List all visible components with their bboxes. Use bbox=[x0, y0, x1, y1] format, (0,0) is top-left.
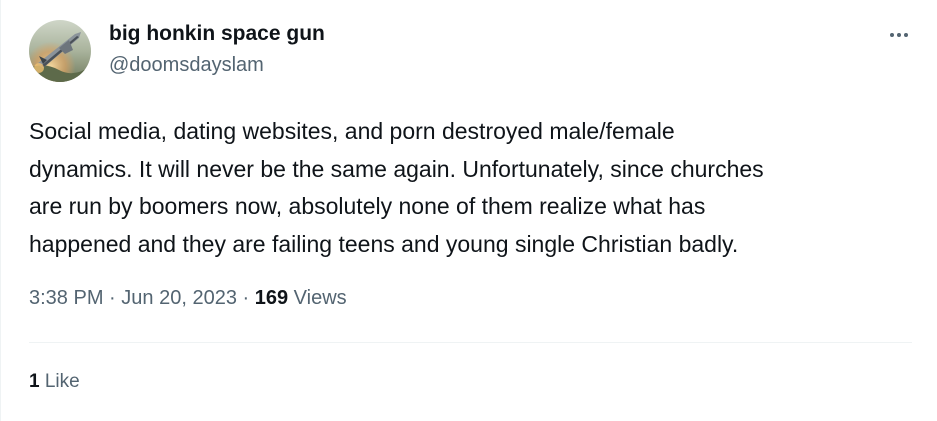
separator-dot: · bbox=[242, 287, 250, 309]
spaceship-avatar-icon bbox=[29, 20, 91, 82]
more-options-button[interactable] bbox=[879, 20, 919, 50]
more-horizontal-icon bbox=[890, 33, 908, 37]
likes-count: 1 bbox=[29, 371, 40, 392]
tweet-card: big honkin space gun @doomsdayslam Socia… bbox=[0, 0, 937, 421]
tweet-date[interactable]: Jun 20, 2023 bbox=[121, 287, 237, 309]
author-display-name[interactable]: big honkin space gun bbox=[109, 22, 325, 46]
views-count: 169 bbox=[254, 287, 289, 309]
tweet-text-line: happened and they are failing teens and … bbox=[29, 230, 739, 257]
divider bbox=[29, 342, 912, 343]
tweet-text: Social media, dating websites, and porn … bbox=[29, 113, 909, 263]
tweet-text-line: dynamics. It will never be the same agai… bbox=[29, 155, 764, 182]
tweet-time[interactable]: 3:38 PM bbox=[29, 287, 103, 309]
likes-link[interactable]: 1 Like bbox=[29, 371, 80, 393]
tweet-text-line: Social media, dating websites, and porn … bbox=[29, 118, 675, 144]
tweet-meta: 3:38 PM · Jun 20, 2023 · 169 Views bbox=[29, 287, 347, 310]
views-label: Views bbox=[293, 287, 347, 309]
tweet-text-line: are run by boomers now, absolutely none … bbox=[29, 193, 706, 219]
author-handle[interactable]: @doomsdayslam bbox=[109, 54, 264, 77]
separator-dot: · bbox=[109, 287, 116, 309]
likes-label: Like bbox=[44, 371, 80, 392]
avatar[interactable] bbox=[29, 20, 91, 82]
